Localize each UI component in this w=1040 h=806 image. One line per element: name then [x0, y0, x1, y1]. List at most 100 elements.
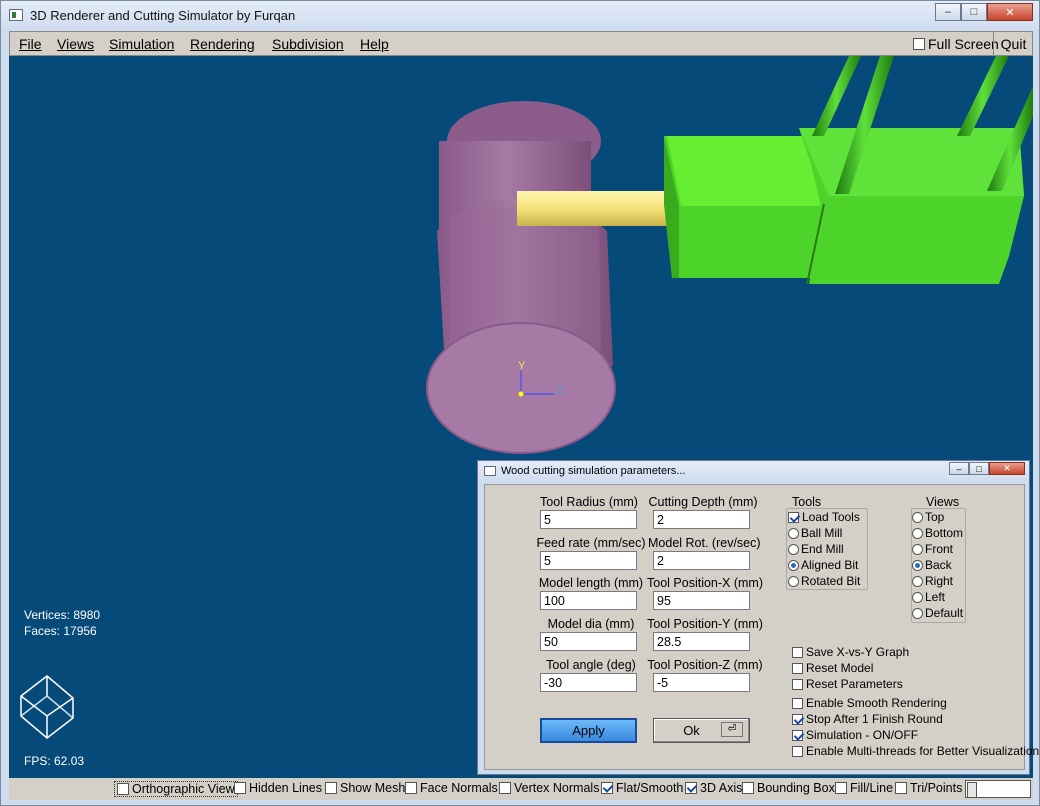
menu-rendering[interactable]: Rendering: [190, 36, 255, 52]
dialog-maximize-button[interactable]: □: [969, 462, 989, 475]
quit-button[interactable]: Quit: [993, 32, 1033, 55]
tool-rod: [517, 191, 672, 226]
tool-rotated-bit-radio[interactable]: Rotated Bit: [788, 574, 860, 588]
smooth-rendering-checkbox[interactable]: Enable Smooth Rendering: [792, 696, 947, 710]
option-3d-axis[interactable]: 3D Axis: [685, 781, 742, 795]
dialog-icon: [484, 466, 496, 476]
reset-parameters-checkbox[interactable]: Reset Parameters: [792, 677, 903, 691]
axis-y-label: Y: [518, 360, 526, 372]
ok-label: Ok: [683, 723, 700, 738]
tool-angle-input[interactable]: [540, 673, 637, 692]
multithreads-checkbox[interactable]: Enable Multi-threads for Better Visualiz…: [792, 744, 1039, 758]
model-length-label: Model length (mm): [538, 576, 644, 590]
tool-position-z-input[interactable]: [653, 673, 750, 692]
vertices-count: Vertices: 8980: [24, 608, 101, 622]
fullscreen-toggle[interactable]: Full Screen: [913, 36, 999, 52]
toolbar-slider[interactable]: [965, 780, 1031, 798]
tool-angle-label: Tool angle (deg): [546, 658, 636, 672]
simulation-parameters-dialog: Wood cutting simulation parameters... – …: [477, 460, 1039, 775]
view-bottom-radio[interactable]: Bottom: [912, 526, 963, 540]
maximize-button[interactable]: □: [961, 3, 987, 21]
menu-file[interactable]: File: [19, 36, 42, 52]
main-window: 3D Renderer and Cutting Simulator by Fur…: [0, 0, 1040, 806]
title-bar: 3D Renderer and Cutting Simulator by Fur…: [1, 1, 1039, 31]
option-face-normals[interactable]: Face Normals: [405, 781, 498, 795]
checkbox[interactable]: [685, 782, 697, 794]
tool-position-x-label: Tool Position-X (mm): [647, 576, 763, 590]
menu-help[interactable]: Help: [360, 36, 389, 52]
option-fill-line[interactable]: Fill/Line: [835, 781, 893, 795]
option-hidden-lines[interactable]: Hidden Lines: [234, 781, 322, 795]
menu-simulation[interactable]: Simulation: [109, 36, 174, 52]
view-top-radio[interactable]: Top: [912, 510, 944, 524]
checkbox[interactable]: [835, 782, 847, 794]
menu-bar: File Views Simulation Rendering Subdivis…: [9, 31, 1033, 56]
fps-readout: FPS: 62.03: [24, 754, 85, 768]
tools-group-title: Tools: [792, 495, 822, 509]
checkbox[interactable]: [405, 782, 417, 794]
app-icon: [9, 9, 23, 21]
simulation-toggle-checkbox[interactable]: Simulation - ON/OFF: [792, 728, 918, 742]
model-dia-input[interactable]: [540, 632, 637, 651]
minimize-button[interactable]: –: [935, 3, 961, 21]
tool-position-y-label: Tool Position-Y (mm): [647, 617, 763, 631]
reset-model-checkbox[interactable]: Reset Model: [792, 661, 873, 675]
checkbox[interactable]: [234, 782, 246, 794]
close-button[interactable]: ✕: [987, 3, 1033, 21]
cutting-depth-label: Cutting Depth (mm): [648, 495, 758, 509]
menu-views[interactable]: Views: [57, 36, 94, 52]
tool-position-z-label: Tool Position-Z (mm): [647, 658, 763, 672]
model-rot-input[interactable]: [653, 551, 750, 570]
view-default-radio[interactable]: Default: [912, 606, 963, 620]
view-left-radio[interactable]: Left: [912, 590, 945, 604]
option-show-mesh[interactable]: Show Mesh: [325, 781, 405, 795]
view-back-radio[interactable]: Back: [912, 558, 952, 572]
tool-position-x-input[interactable]: [653, 591, 750, 610]
save-graph-checkbox[interactable]: Save X-vs-Y Graph: [792, 645, 909, 659]
cutting-depth-input[interactable]: [653, 510, 750, 529]
dialog-close-button[interactable]: ✕: [989, 462, 1025, 475]
option-tri-points[interactable]: Tri/Points: [895, 781, 962, 795]
model-length-input[interactable]: [540, 591, 637, 610]
window-title: 3D Renderer and Cutting Simulator by Fur…: [30, 8, 296, 23]
model-rot-label: Model Rot. (rev/sec): [648, 536, 761, 550]
enter-icon: ⏎: [721, 722, 743, 737]
model-dia-label: Model dia (mm): [547, 617, 635, 631]
faces-count: Faces: 17956: [24, 624, 97, 638]
axis-z-label: Z: [557, 385, 564, 397]
tool-ball-mill-radio[interactable]: Ball Mill: [788, 526, 842, 540]
view-front-radio[interactable]: Front: [912, 542, 953, 556]
checkbox[interactable]: [895, 782, 907, 794]
dialog-title-bar: Wood cutting simulation parameters... – …: [478, 461, 1029, 483]
option-vertex-normals[interactable]: Vertex Normals: [499, 781, 599, 795]
checkbox[interactable]: [325, 782, 337, 794]
tool-position-y-input[interactable]: [653, 632, 750, 651]
orientation-cube: [20, 675, 74, 739]
feed-rate-input[interactable]: [540, 551, 637, 570]
dialog-title: Wood cutting simulation parameters...: [501, 465, 686, 477]
views-group-title: Views: [926, 495, 960, 509]
menu-subdivision[interactable]: Subdivision: [272, 36, 344, 52]
workpiece-cylinder: [426, 101, 616, 454]
fullscreen-label: Full Screen: [928, 36, 999, 52]
option-flat-smooth[interactable]: Flat/Smooth: [601, 781, 683, 795]
checkbox[interactable]: [601, 782, 613, 794]
dialog-minimize-button[interactable]: –: [949, 462, 969, 475]
fullscreen-checkbox[interactable]: [913, 38, 925, 50]
tool-radius-input[interactable]: [540, 510, 637, 529]
tool-aligned-bit-radio[interactable]: Aligned Bit: [788, 558, 858, 572]
feed-rate-label: Feed rate (mm/sec): [536, 536, 646, 550]
tool-holder: [664, 56, 1033, 285]
view-right-radio[interactable]: Right: [912, 574, 953, 588]
load-tools-checkbox[interactable]: Load Tools: [788, 510, 860, 524]
checkbox[interactable]: [742, 782, 754, 794]
option-orthographic-view[interactable]: Orthographic View: [114, 781, 238, 797]
checkbox[interactable]: [499, 782, 511, 794]
option-bounding-box[interactable]: Bounding Box: [742, 781, 835, 795]
tool-radius-label: Tool Radius (mm): [540, 495, 638, 509]
stop-after-round-checkbox[interactable]: Stop After 1 Finish Round: [792, 712, 943, 726]
apply-button[interactable]: Apply: [540, 718, 637, 743]
ok-button[interactable]: Ok ⏎: [653, 718, 750, 743]
tool-end-mill-radio[interactable]: End Mill: [788, 542, 844, 556]
checkbox[interactable]: [117, 783, 129, 795]
